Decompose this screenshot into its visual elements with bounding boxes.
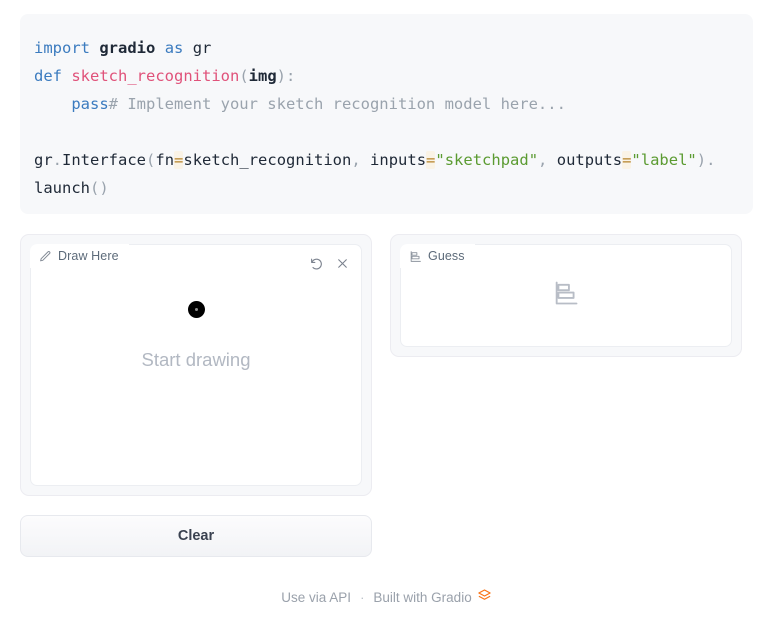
code-token: pass — [71, 95, 109, 113]
pencil-icon — [39, 250, 52, 263]
undo-icon[interactable] — [305, 252, 328, 275]
code-token: inputs — [370, 151, 427, 169]
gradio-app-page: import gradio as gr def sketch_recognitio… — [0, 0, 773, 631]
guess-label-chip: Guess — [400, 244, 475, 268]
code-token: def — [34, 67, 62, 85]
built-with-gradio-link[interactable]: Built with Gradio — [373, 588, 491, 606]
code-token: "sketchpad" — [435, 151, 539, 169]
footer: Use via API · Built with Gradio — [0, 588, 773, 606]
code-token: img — [248, 67, 277, 85]
input-column: Draw Here Start drawing Clear — [20, 234, 372, 557]
close-icon[interactable] — [331, 252, 354, 275]
code-line — [34, 118, 739, 146]
code-token: ) — [99, 179, 109, 197]
output-column: Guess — [390, 234, 742, 557]
footer-separator: · — [360, 589, 365, 605]
code-token: ) — [276, 67, 287, 85]
code-line: gr.Interface(fn=sketch_recognition, inpu… — [34, 146, 739, 174]
code-line: def sketch_recognition(img): — [34, 62, 739, 90]
code-token: ( — [146, 151, 156, 169]
code-token: . — [706, 151, 716, 169]
brush-cursor-icon — [187, 301, 205, 318]
code-token: , — [538, 151, 548, 169]
gradio-logo-icon — [477, 588, 492, 606]
code-token: ( — [90, 179, 100, 197]
canvas-placeholder: Start drawing — [31, 301, 361, 371]
code-token: ) — [696, 151, 707, 169]
code-line: pass# Implement your sketch recognition … — [34, 90, 739, 118]
code-token: as — [164, 39, 184, 57]
drawing-canvas[interactable]: Start drawing — [30, 244, 362, 486]
code-token: : — [286, 67, 296, 85]
code-token: # Implement your sketch recognition mode… — [108, 95, 566, 113]
code-line: launch() — [34, 174, 739, 202]
sketchpad-component[interactable]: Draw Here Start drawing — [20, 234, 372, 496]
code-token: Interface — [62, 151, 147, 169]
code-token: gradio — [99, 39, 156, 57]
code-line: import gradio as gr — [34, 34, 739, 62]
code-token: ( — [239, 67, 249, 85]
code-token: gr — [34, 151, 53, 169]
bar-chart-icon — [552, 279, 580, 312]
canvas-toolbar — [305, 252, 354, 275]
code-token: launch — [34, 179, 90, 197]
guess-component: Guess — [390, 234, 742, 357]
code-token: sketch_recognition — [183, 151, 352, 169]
clear-button[interactable]: Clear — [20, 515, 372, 557]
code-token: outputs — [556, 151, 623, 169]
interface-panels: Draw Here Start drawing Clear Guess — [20, 234, 753, 557]
use-via-api-link[interactable]: Use via API — [281, 590, 351, 605]
code-token: = — [174, 151, 184, 169]
code-token: "label" — [631, 151, 697, 169]
bar-chart-icon — [409, 250, 422, 263]
sketchpad-label-chip: Draw Here — [30, 244, 129, 268]
built-with-gradio-text: Built with Gradio — [373, 589, 472, 605]
code-lines: import gradio as gr def sketch_recognitio… — [34, 34, 739, 202]
code-token: fn — [155, 151, 175, 169]
code-token: . — [52, 151, 63, 169]
code-token: import — [34, 39, 90, 57]
sketchpad-label-text: Draw Here — [58, 249, 119, 263]
start-drawing-text: Start drawing — [141, 349, 251, 370]
code-token: gr — [192, 39, 212, 57]
code-token: = — [622, 151, 632, 169]
code-token: = — [426, 151, 436, 169]
guess-label-text: Guess — [428, 249, 465, 263]
code-snippet-block: import gradio as gr def sketch_recognitio… — [20, 14, 753, 214]
code-token: sketch_recognition — [71, 67, 240, 85]
code-token: , — [351, 151, 361, 169]
